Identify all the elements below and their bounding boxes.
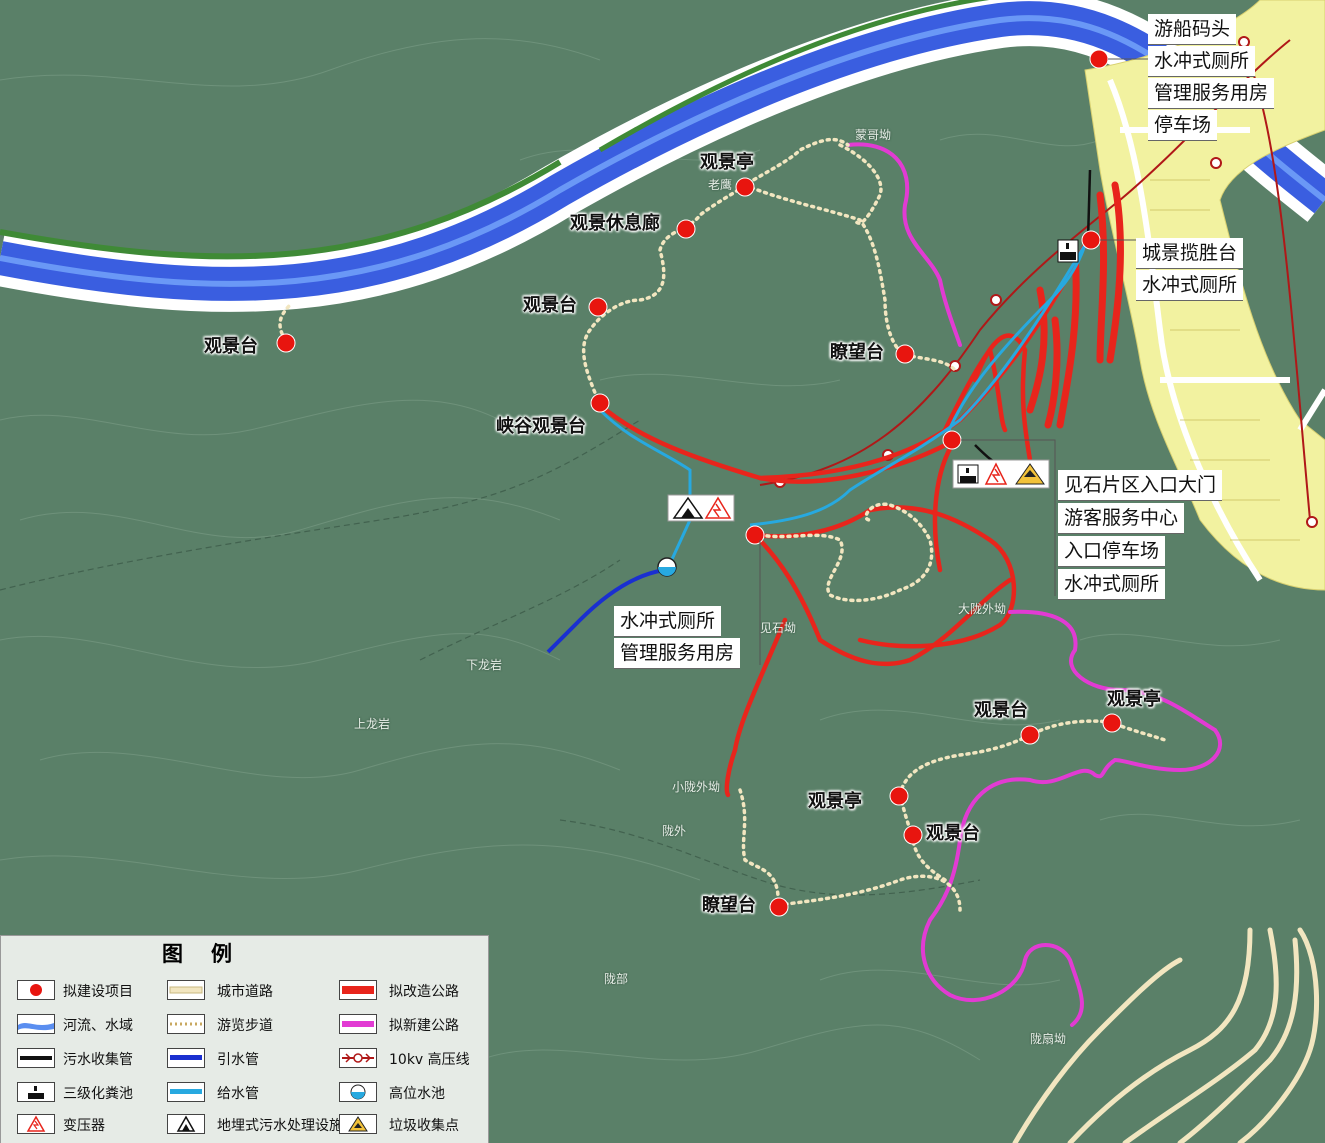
place-longwai: 陇外	[662, 824, 687, 838]
transformer-icon	[17, 1114, 55, 1134]
callout-city-view-1: 城景揽胜台	[1136, 238, 1244, 269]
river-icon	[17, 1014, 55, 1034]
callout-dock-1: 游船码头	[1148, 14, 1237, 45]
label-lookout-top: 瞭望台	[830, 342, 884, 363]
trail-icon	[167, 1014, 205, 1034]
septic-tank-icon	[17, 1082, 55, 1102]
sewage-pipe-icon	[17, 1048, 55, 1068]
callout-entrance-4: 水冲式厕所	[1058, 569, 1166, 600]
legend-label-13: 变压器	[63, 1118, 105, 1134]
red-dot-icon	[17, 980, 55, 1000]
label-viewpoint-mid: 观景台	[523, 295, 577, 316]
legend-label-4: 河流、水域	[63, 1018, 133, 1034]
legend-label-15: 垃圾收集点	[389, 1118, 459, 1134]
callout-center-1: 水冲式厕所	[614, 606, 722, 637]
callout-dock-4: 停车场	[1148, 110, 1218, 141]
legend-label-2: 城市道路	[217, 984, 273, 1000]
legend-label-6: 拟新建公路	[389, 1018, 459, 1034]
legend-label-9: 10kv 高压线	[389, 1052, 470, 1068]
place-longbu: 陇部	[604, 972, 629, 986]
label-viewpoint-left: 观景台	[204, 336, 258, 357]
callout-dock-3: 管理服务用房	[1148, 78, 1275, 109]
legend-label-10: 三级化粪池	[63, 1086, 133, 1102]
callout-entrance-2: 游客服务中心	[1058, 503, 1185, 534]
legend-label-8: 引水管	[217, 1052, 259, 1068]
power-line-icon	[339, 1048, 377, 1068]
magenta-road-icon	[339, 1014, 377, 1034]
label-corridor: 观景休息廊	[570, 213, 660, 234]
place-xiaolong: 小陇外坳	[672, 780, 721, 794]
place-longshan: 陇扇坳	[1030, 1032, 1067, 1046]
legend-label-12: 高位水池	[389, 1086, 445, 1102]
callout-city-view-2: 水冲式厕所	[1136, 270, 1244, 301]
water-supply-pipe-icon	[167, 1082, 205, 1102]
tourism-plan-map: 观景台 观景亭 观景休息廊 观景台 峡谷观景台 瞭望台 观景台 观景亭 观景亭 …	[0, 0, 1325, 1143]
sewage-plant-icon	[167, 1114, 205, 1134]
legend-title: 图例	[162, 942, 260, 966]
red-road-icon	[339, 980, 377, 1000]
intake-pipe-icon	[167, 1048, 205, 1068]
water-tank-icon-map	[657, 557, 677, 577]
label-pavilion-top: 观景亭	[700, 152, 754, 173]
water-tank-icon	[339, 1082, 377, 1102]
city-road-icon	[167, 980, 205, 1000]
place-laoying: 老鹰	[708, 178, 733, 192]
label-pavilion-se1: 观景亭	[1107, 689, 1161, 710]
garbage-point-icon	[339, 1114, 377, 1134]
facility-icons-center	[667, 494, 735, 522]
legend-label-3: 拟改造公路	[389, 984, 459, 1000]
place-jianshi: 见石坳	[760, 621, 797, 635]
callout-center-2: 管理服务用房	[614, 638, 741, 669]
septic-tank-citylook	[1057, 239, 1079, 263]
label-canyon: 峡谷观景台	[496, 416, 586, 437]
callout-entrance-3: 入口停车场	[1058, 536, 1166, 567]
place-dalong: 大陇外坳	[958, 602, 1007, 616]
legend-label-1: 拟建设项目	[63, 984, 133, 1000]
place-mengge: 蒙哥坳	[855, 128, 892, 142]
callout-dock-2: 水冲式厕所	[1148, 46, 1256, 77]
legend-label-5: 游览步道	[217, 1018, 273, 1034]
label-pavilion-se2: 观景亭	[808, 791, 862, 812]
label-lookout-bottom: 瞭望台	[702, 895, 756, 916]
label-viewpoint-se2: 观景台	[926, 823, 980, 844]
legend-label-11: 给水管	[217, 1086, 259, 1102]
legend-label-7: 污水收集管	[63, 1052, 133, 1068]
label-viewpoint-se1: 观景台	[974, 700, 1028, 721]
place-shanglongyan: 上龙岩	[354, 717, 391, 731]
callout-entrance-1: 见石片区入口大门	[1058, 470, 1223, 501]
legend-label-14: 地埋式污水处理设施	[217, 1118, 343, 1134]
legend: 图例 拟建设项目 城市道路 拟改造公路 河流、水域 游览步道 拟新建公路 污水收…	[0, 935, 489, 1143]
facility-icons-entrance	[952, 459, 1050, 489]
place-xialong: 下龙岩	[466, 658, 503, 672]
